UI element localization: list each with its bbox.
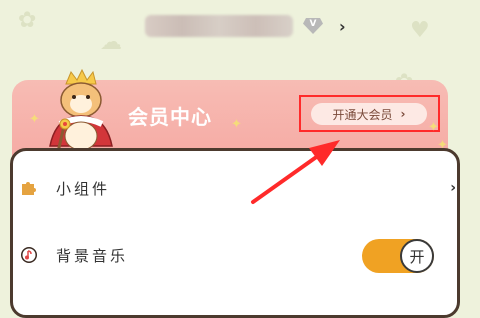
settings-item-label: 背景音乐 [56, 246, 129, 265]
puzzle-icon [22, 182, 36, 195]
settings-item-label: 小组件 [56, 179, 111, 198]
hamster-king-mascot [49, 68, 113, 153]
profile-header[interactable]: V › [145, 15, 346, 37]
sparkle-icon: ✦ [29, 112, 40, 127]
background-doodle: ☁ [100, 30, 122, 55]
background-music-toggle[interactable]: 开 [362, 239, 434, 273]
sparkle-icon: ✦ [428, 120, 439, 135]
toggle-knob: 开 [400, 239, 434, 273]
vip-level-badge: V [303, 18, 323, 34]
background-doodle: ✿ [18, 8, 37, 33]
chevron-right-icon: › [450, 180, 456, 196]
background-doodle: ♥ [410, 18, 430, 43]
music-note-icon [21, 247, 37, 263]
sparkle-icon: ✦ [231, 117, 242, 132]
annotation-highlight-box [299, 95, 440, 132]
vip-center-title: 会员中心 [128, 105, 212, 129]
settings-item-widgets[interactable]: 小组件 › [0, 168, 480, 208]
chevron-right-icon: › [339, 16, 346, 36]
username-blurred [145, 15, 293, 37]
